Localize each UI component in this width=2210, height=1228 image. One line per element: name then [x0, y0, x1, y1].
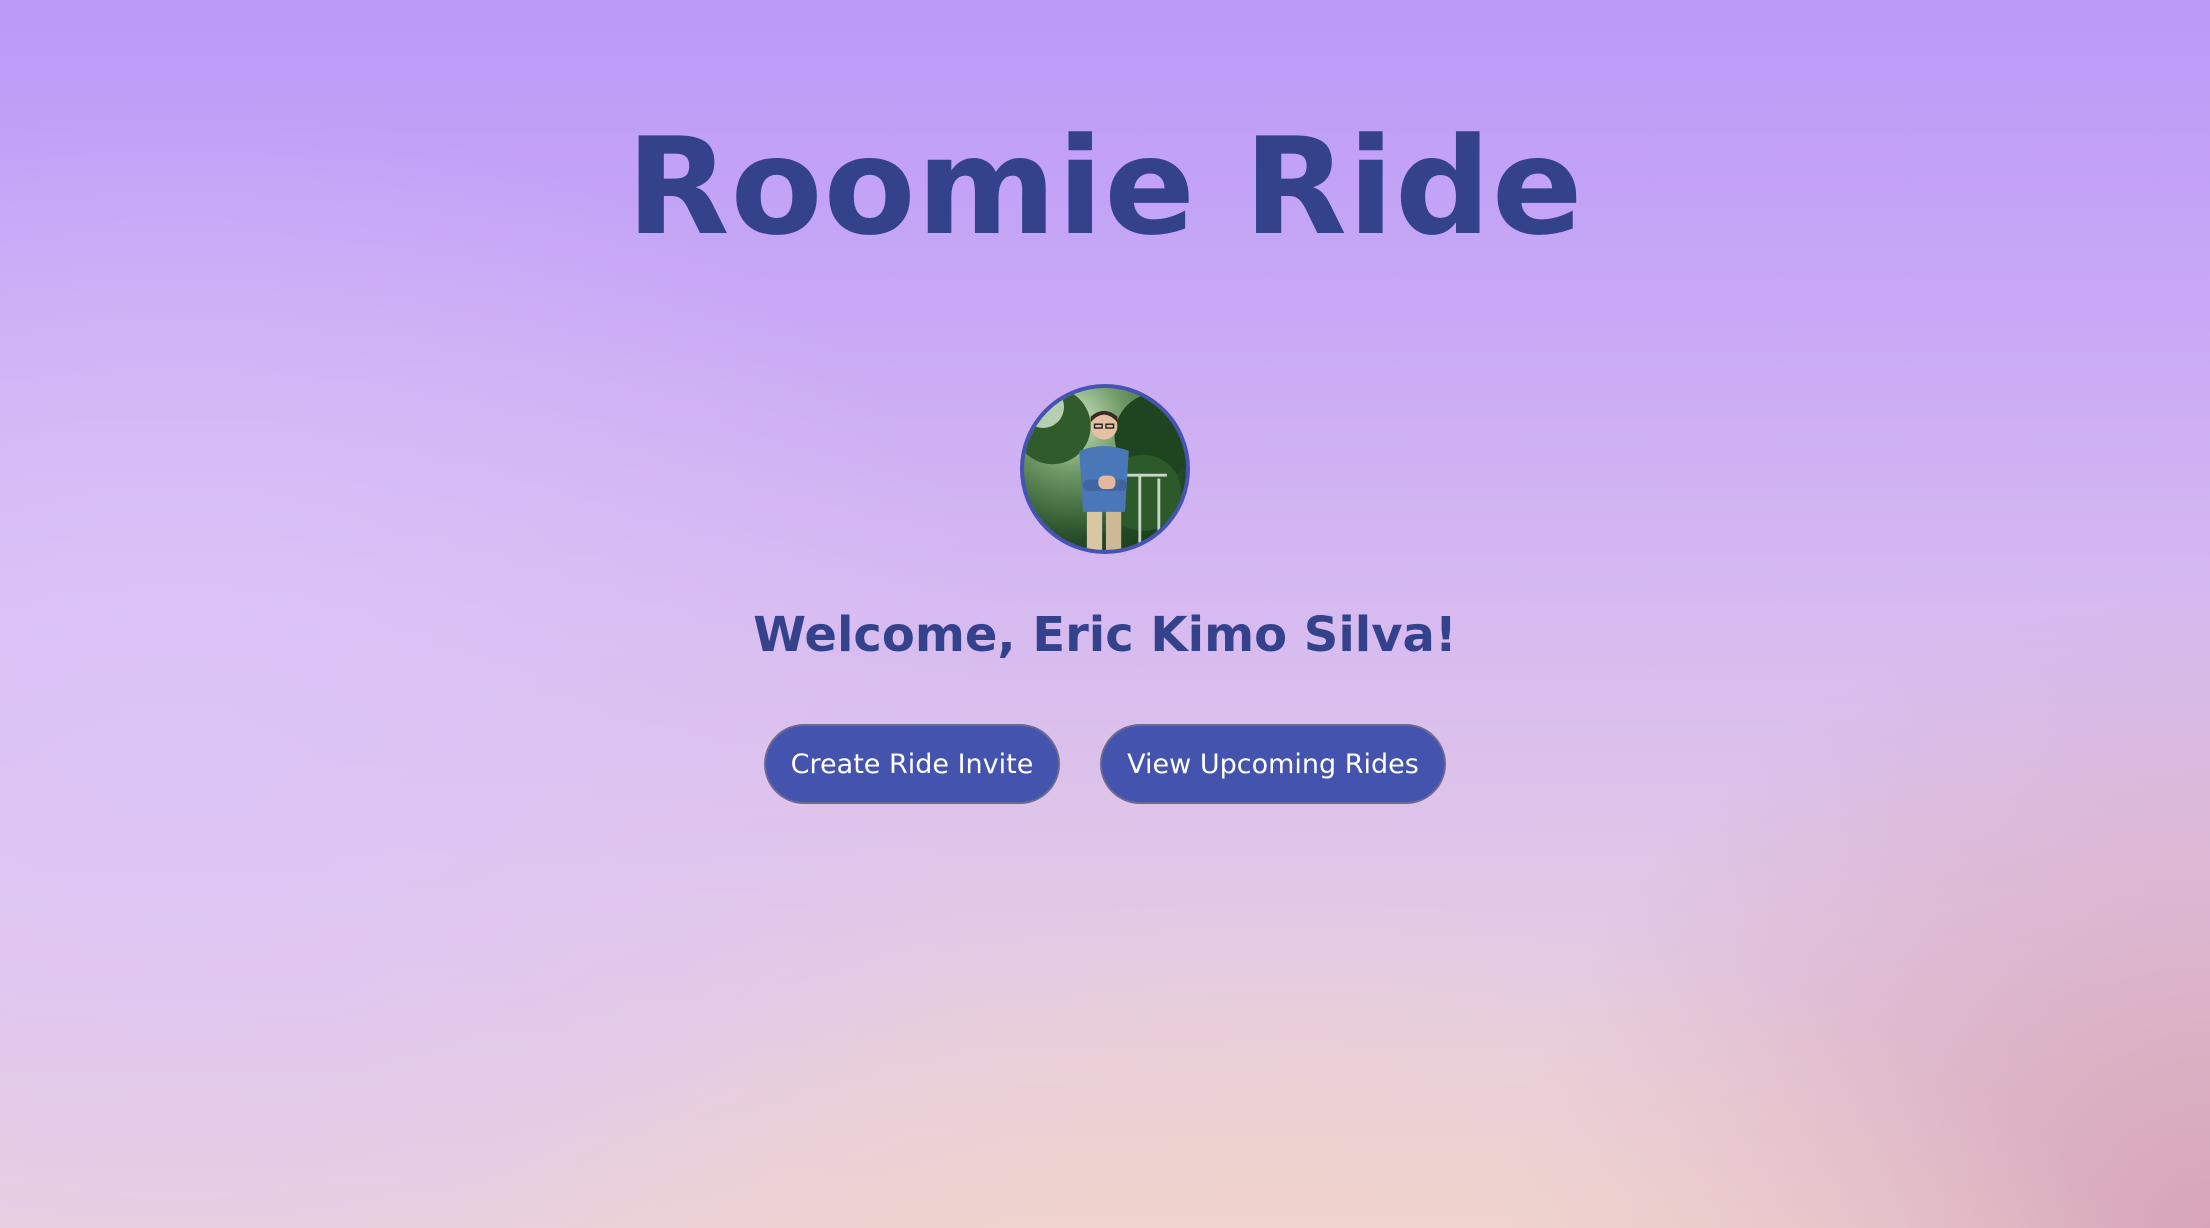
welcome-message: Welcome, Eric Kimo Silva! [753, 607, 1457, 663]
page: Roomie Ride Welcome, Eric Kimo Silva! Cr… [0, 0, 2210, 1228]
avatar [1020, 384, 1190, 554]
create-ride-invite-button[interactable]: Create Ride Invite [764, 724, 1060, 804]
user-photo-icon [1024, 388, 1186, 550]
app-title: Roomie Ride [626, 109, 1584, 265]
view-upcoming-rides-button[interactable]: View Upcoming Rides [1100, 724, 1446, 804]
